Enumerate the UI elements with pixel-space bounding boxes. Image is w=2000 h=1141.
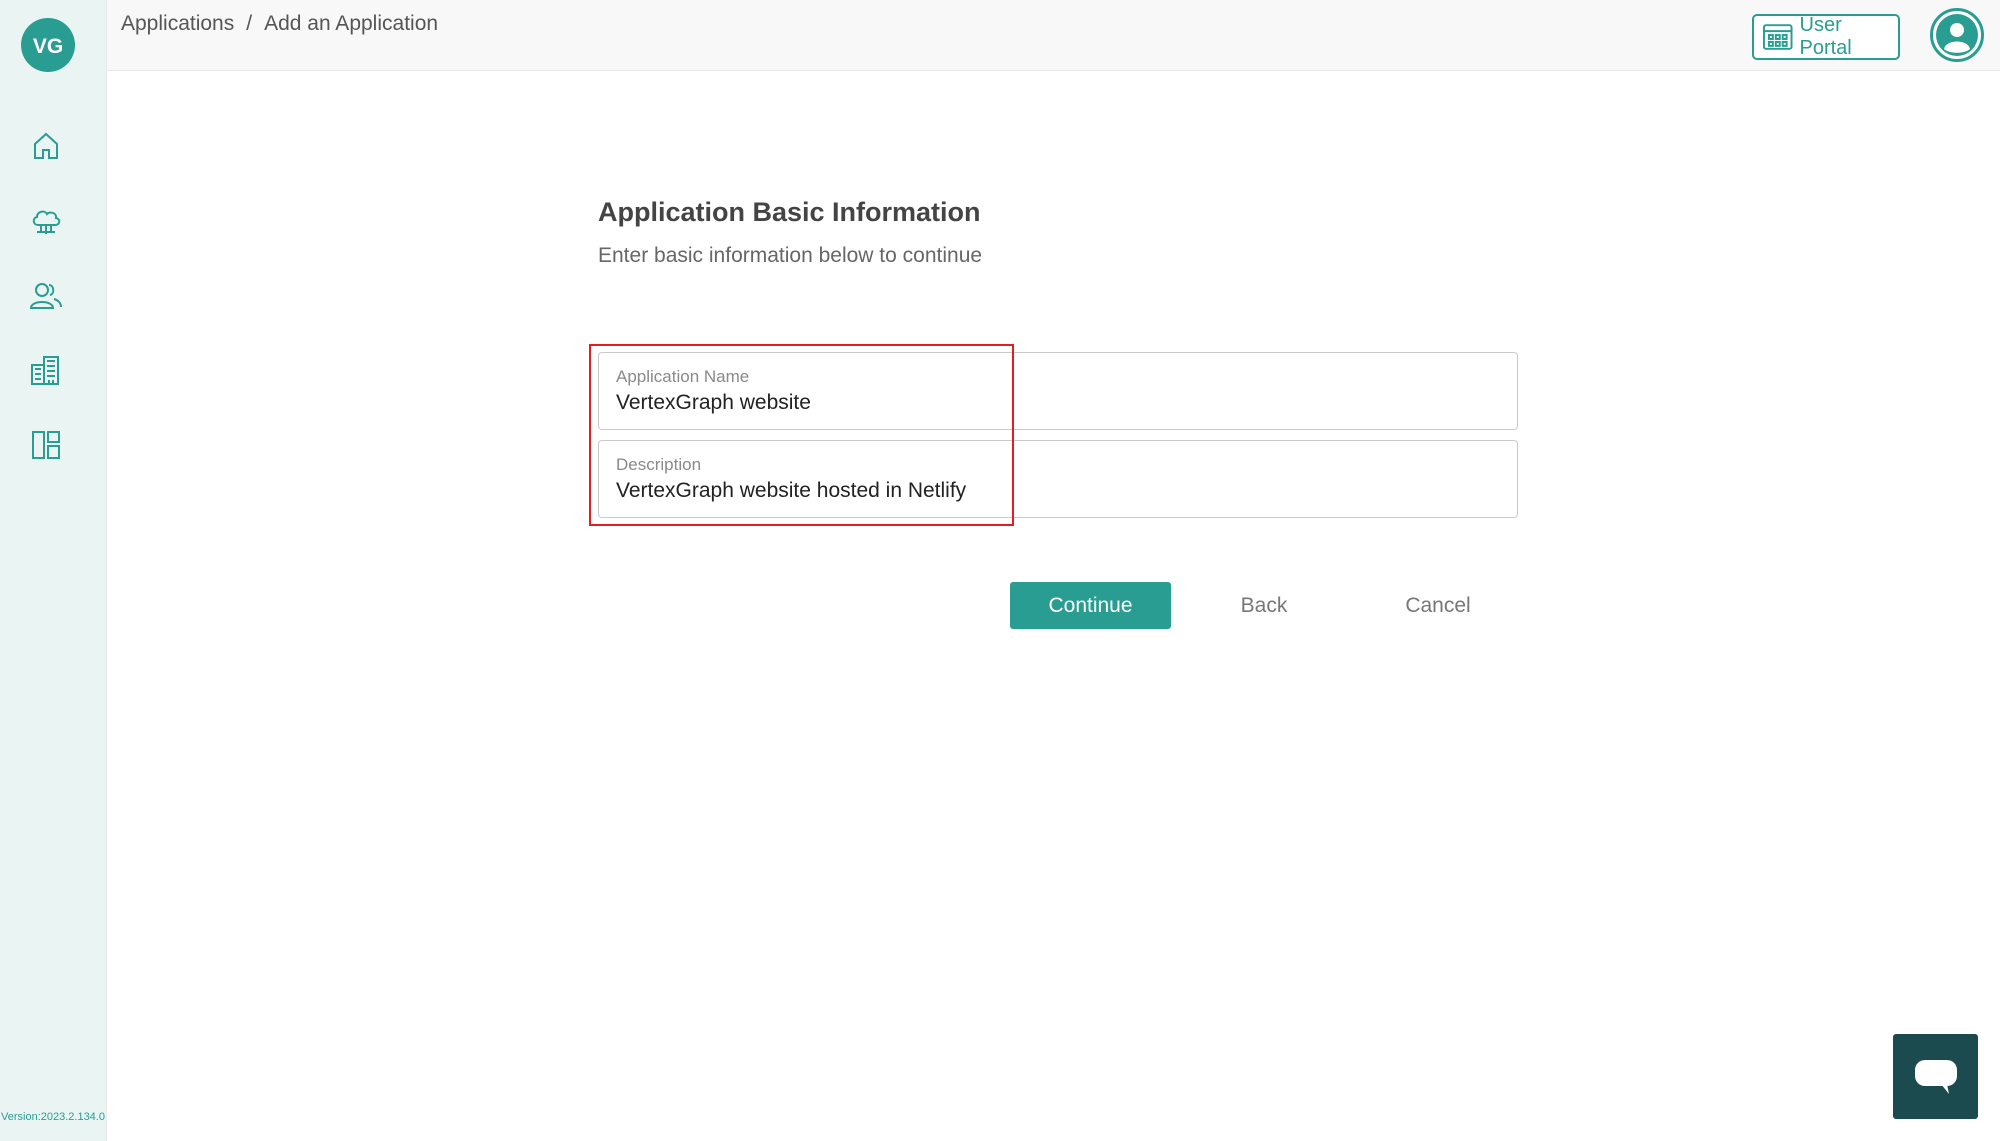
- sidebar-item-layout[interactable]: [28, 427, 64, 463]
- continue-button[interactable]: Continue: [1010, 582, 1171, 629]
- version-label: Version:2023.2.134.0: [1, 1111, 105, 1123]
- application-name-label: Application Name: [616, 367, 750, 386]
- user-avatar-icon: [1936, 14, 1978, 56]
- app-grid-icon: [1762, 24, 1793, 50]
- cloud-network-icon: [32, 210, 61, 234]
- home-icon: [34, 132, 58, 159]
- breadcrumb: Applications / Add an Application: [121, 12, 438, 36]
- cancel-button[interactable]: Cancel: [1390, 582, 1486, 629]
- vg-logo-mark: VG: [33, 35, 63, 58]
- sidebar: VG Version:2023.2.134.0: [0, 0, 107, 1141]
- page-subtitle: Enter basic information below to continu…: [598, 244, 983, 267]
- sidebar-item-cloud[interactable]: [28, 204, 64, 240]
- breadcrumb-separator: /: [246, 12, 253, 35]
- breadcrumb-current: Add an Application: [264, 12, 439, 35]
- page-title: Application Basic Information: [598, 197, 981, 227]
- description-label: Description: [616, 455, 702, 474]
- layout-dashboard-icon: [32, 431, 60, 459]
- back-button[interactable]: Back: [1218, 582, 1310, 629]
- user-portal-button[interactable]: User Portal: [1752, 14, 1900, 60]
- buildings-icon: [31, 356, 59, 385]
- chat-bubble-icon: [1914, 1059, 1957, 1094]
- user-portal-label: User Portal: [1799, 14, 1852, 59]
- description-value[interactable]: VertexGraph website hosted in Netlify: [616, 479, 966, 503]
- svg-text:VG: VG: [33, 35, 63, 58]
- application-name-field[interactable]: Application Name VertexGraph website: [598, 352, 1518, 430]
- sidebar-item-organizations[interactable]: [28, 352, 64, 388]
- app-logo[interactable]: VG: [21, 18, 75, 72]
- breadcrumb-applications-link[interactable]: Applications: [121, 12, 234, 36]
- sidebar-item-home[interactable]: [28, 128, 64, 164]
- description-field[interactable]: Description VertexGraph website hosted i…: [598, 440, 1518, 518]
- sidebar-item-users[interactable]: [28, 278, 64, 314]
- application-name-value[interactable]: VertexGraph website: [616, 391, 811, 415]
- user-avatar-button[interactable]: [1930, 8, 1984, 62]
- chat-button[interactable]: [1893, 1034, 1978, 1119]
- users-icon: [29, 283, 62, 309]
